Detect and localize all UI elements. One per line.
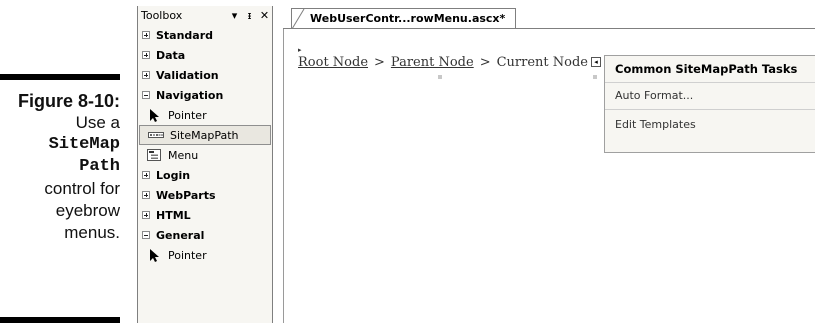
group-label: Validation bbox=[156, 68, 219, 82]
caption-line: eyebrow bbox=[55, 201, 120, 220]
pointer-icon bbox=[146, 248, 162, 262]
toolbox-item-pointer[interactable]: Pointer bbox=[138, 245, 272, 265]
resize-handle[interactable] bbox=[593, 75, 597, 79]
sitemap-parent-link[interactable]: Parent Node bbox=[391, 55, 474, 70]
caption-line: menus. bbox=[64, 223, 120, 242]
figure-number: Figure 8-10: bbox=[17, 91, 120, 111]
collapse-icon[interactable] bbox=[142, 231, 150, 239]
expand-icon[interactable] bbox=[142, 191, 150, 199]
item-label: SiteMapPath bbox=[170, 128, 239, 142]
toolbox-group-login[interactable]: Login bbox=[138, 165, 272, 185]
item-label: Pointer bbox=[168, 248, 207, 262]
menu-icon bbox=[146, 148, 162, 162]
toolbox-item-sitemappath[interactable]: SiteMapPath bbox=[139, 125, 271, 145]
expand-icon[interactable] bbox=[142, 211, 150, 219]
toolbox-group-webparts[interactable]: WebParts bbox=[138, 185, 272, 205]
group-label: Data bbox=[156, 48, 186, 62]
toolbox-group-validation[interactable]: Validation bbox=[138, 65, 272, 85]
toolbox-panel: Toolbox ▾ ᵻ ✕ Standard Data Validation N… bbox=[137, 6, 273, 323]
toolbox-group-data[interactable]: Data bbox=[138, 45, 272, 65]
design-surface[interactable]: ▸ Root Node > Parent Node > Current Node ◂ C… bbox=[283, 29, 815, 323]
tasks-divider bbox=[605, 109, 815, 110]
item-label: Menu bbox=[168, 148, 199, 162]
sitemap-separator: > bbox=[479, 55, 491, 70]
tab-slant-icon bbox=[292, 9, 305, 29]
sitemappath-icon bbox=[148, 128, 164, 142]
close-icon[interactable]: ✕ bbox=[257, 9, 272, 22]
caption-top-rule bbox=[0, 74, 120, 80]
caption-line: Use a bbox=[75, 113, 120, 132]
document-tab-bar: WebUserContr...rowMenu.ascx* bbox=[283, 6, 815, 29]
sitemap-separator: > bbox=[374, 55, 385, 70]
toolbox-group-general[interactable]: General bbox=[138, 225, 272, 245]
toolbox-title-bar: Toolbox ▾ ᵻ ✕ bbox=[138, 6, 272, 25]
document-tab-label: WebUserContr...rowMenu.ascx* bbox=[310, 12, 506, 25]
pin-icon[interactable]: ᵻ bbox=[242, 9, 257, 22]
caption-bottom-rule bbox=[0, 317, 120, 323]
toolbox-group-navigation[interactable]: Navigation bbox=[138, 85, 272, 105]
expand-icon[interactable] bbox=[142, 71, 150, 79]
sitemappath-control[interactable]: ▸ Root Node > Parent Node > Current Node bbox=[298, 47, 588, 71]
group-label: General bbox=[156, 228, 205, 242]
document-tab[interactable]: WebUserContr...rowMenu.ascx* bbox=[291, 8, 517, 29]
toolbox-group-standard[interactable]: Standard bbox=[138, 25, 272, 45]
editor-area: WebUserContr...rowMenu.ascx* ▸ Root Node… bbox=[283, 6, 815, 323]
auto-format-link[interactable]: Auto Format... bbox=[605, 83, 815, 107]
smart-tag-button[interactable]: ◂ bbox=[591, 57, 601, 67]
sitemap-root-link[interactable]: Root Node bbox=[298, 55, 368, 70]
caption-code: Path bbox=[79, 157, 120, 176]
group-label: HTML bbox=[156, 208, 191, 222]
control-glyph-icon: ▸ bbox=[298, 46, 302, 54]
caption-line: control for bbox=[44, 179, 120, 198]
resize-handle[interactable] bbox=[438, 75, 442, 79]
expand-icon[interactable] bbox=[142, 31, 150, 39]
group-label: Login bbox=[156, 168, 191, 182]
expand-icon[interactable] bbox=[142, 51, 150, 59]
toolbox-item-menu[interactable]: Menu bbox=[138, 145, 272, 165]
toolbox-group-html[interactable]: HTML bbox=[138, 205, 272, 225]
pointer-icon bbox=[146, 108, 162, 122]
sitemap-current-node: Current Node bbox=[496, 55, 588, 70]
edit-templates-link[interactable]: Edit Templates bbox=[605, 112, 815, 136]
dropdown-icon[interactable]: ▾ bbox=[227, 9, 242, 22]
group-label: WebParts bbox=[156, 188, 216, 202]
collapse-icon[interactable] bbox=[142, 91, 150, 99]
tasks-panel-title: Common SiteMapPath Tasks bbox=[605, 56, 815, 83]
caption-code: SiteMap bbox=[48, 135, 120, 154]
figure-caption: Figure 8-10: Use a SiteMap Path control … bbox=[0, 90, 120, 244]
toolbox-title: Toolbox bbox=[141, 9, 183, 22]
group-label: Navigation bbox=[156, 88, 224, 102]
toolbox-item-pointer[interactable]: Pointer bbox=[138, 105, 272, 125]
expand-icon[interactable] bbox=[142, 171, 150, 179]
item-label: Pointer bbox=[168, 108, 207, 122]
group-label: Standard bbox=[156, 28, 214, 42]
smart-tasks-panel: Common SiteMapPath Tasks Auto Format... … bbox=[604, 55, 815, 153]
